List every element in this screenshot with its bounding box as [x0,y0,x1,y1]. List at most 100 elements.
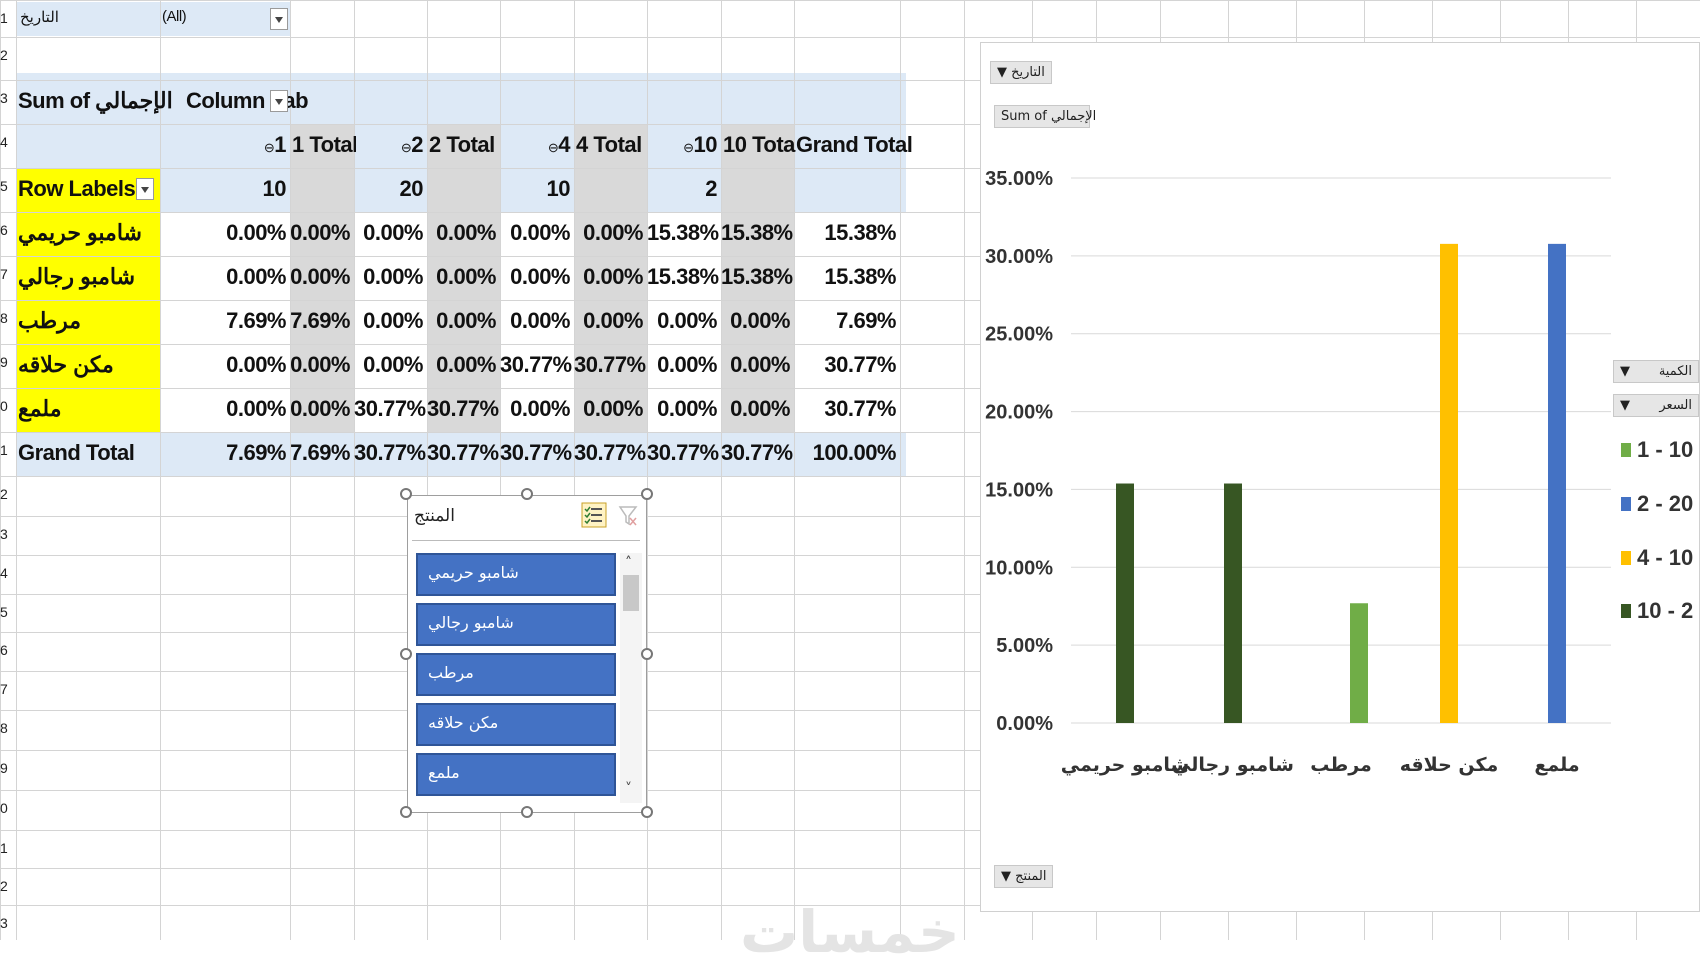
row-labels-dropdown[interactable] [136,178,154,200]
slicer-item[interactable]: مكن حلاقه [416,703,616,746]
row-number[interactable]: 2 [0,878,12,894]
pivot-value-cell[interactable]: 15.38% [794,264,900,290]
pivot-grand-total-cell[interactable]: 7.69% [160,440,290,466]
row-number[interactable]: 3 [0,90,12,106]
pivot-value-cell[interactable]: 0.00% [427,352,500,378]
slicer-item[interactable]: شامبو حريمي [416,553,616,596]
legend-item[interactable]: 10 - 2 [1621,598,1693,624]
pivot-value-cell[interactable]: 0.00% [427,308,500,334]
resize-handle[interactable] [641,488,653,500]
legend-item[interactable]: 2 - 20 [1621,491,1693,517]
pivot-sub-header[interactable]: 2 [647,176,721,202]
pivot-value-cell[interactable]: 30.77% [794,352,900,378]
pivot-column-group-header[interactable]: ⊖4 [500,132,574,158]
resize-handle[interactable] [521,488,533,500]
slicer-item[interactable]: مرطب [416,653,616,696]
row-number[interactable]: 1 [0,840,12,856]
pivot-grand-total-cell[interactable]: 30.77% [647,440,721,466]
row-number[interactable]: 0 [0,398,12,414]
collapse-icon[interactable]: ⊖ [401,140,412,155]
pivot-value-cell[interactable]: 0.00% [160,264,290,290]
pivot-value-cell[interactable]: 0.00% [721,396,794,422]
row-number[interactable]: 6 [0,222,12,238]
resize-handle[interactable] [641,648,653,660]
bar[interactable] [1224,483,1242,723]
bar[interactable] [1440,243,1458,724]
collapse-icon[interactable]: ⊖ [548,140,559,155]
pivot-grand-total-cell[interactable]: 30.77% [574,440,647,466]
pivot-column-group-header[interactable]: ⊖10 [647,132,721,158]
pivot-grand-total-cell[interactable]: 30.77% [354,440,427,466]
pivot-value-cell[interactable]: 0.00% [354,264,427,290]
pivot-grand-total-cell[interactable]: 30.77% [721,440,794,466]
pivot-value-cell[interactable]: 0.00% [160,352,290,378]
slicer-item[interactable]: شامبو رجالي [416,603,616,646]
resize-handle[interactable] [641,806,653,818]
pivot-value-cell[interactable]: 0.00% [354,352,427,378]
row-number[interactable]: 9 [0,354,12,370]
row-number[interactable]: 4 [0,134,12,150]
pivot-sub-header[interactable]: 10 [500,176,574,202]
pivot-value-cell[interactable]: 15.38% [647,264,721,290]
pivot-row-labels-header[interactable]: Row Labels [18,176,135,202]
row-number[interactable]: 1 [0,10,12,26]
resize-handle[interactable] [400,806,412,818]
pivot-value-cell[interactable]: 7.69% [160,308,290,334]
row-number[interactable]: 2 [0,486,12,502]
pivot-value-cell[interactable]: 0.00% [647,396,721,422]
row-number[interactable]: 3 [0,915,12,931]
pivot-value-cell[interactable]: 0.00% [354,308,427,334]
row-number[interactable]: 8 [0,310,12,326]
pivot-value-cell[interactable]: 15.38% [647,220,721,246]
pivot-row-label[interactable]: شامبو رجالي [18,264,135,290]
collapse-icon[interactable]: ⊖ [683,140,694,155]
pivot-value-cell[interactable]: 0.00% [500,264,574,290]
pivot-row-label[interactable]: شامبو حريمي [18,220,142,246]
pivot-sub-header[interactable]: 20 [354,176,427,202]
slicer-scrollbar[interactable]: ˄ ˅ [620,553,642,803]
pivot-value-cell[interactable]: 0.00% [500,308,574,334]
pivot-value-cell[interactable]: 0.00% [290,396,354,422]
pivot-value-cell[interactable]: 30.77% [794,396,900,422]
row-number[interactable]: 2 [0,47,12,63]
pivot-grand-total-cell[interactable]: 7.69% [290,440,354,466]
pivot-value-cell[interactable]: 0.00% [574,308,647,334]
product-slicer[interactable]: المنتج شامبو حريمي شامبو رجالي مرطب مكن … [407,495,647,813]
resize-handle[interactable] [521,806,533,818]
pivot-chart[interactable]: ▼ التاريخ Sum of الإجمالي ▼ المنتج ▼ الك… [980,42,1700,912]
bar[interactable] [1350,603,1368,723]
pivot-value-cell[interactable]: 0.00% [290,220,354,246]
pivot-value-cell[interactable]: 7.69% [794,308,900,334]
pivot-value-cell[interactable]: 0.00% [160,396,290,422]
report-filter-value[interactable]: (All) [162,8,186,25]
row-number[interactable]: 5 [0,178,12,194]
legend-item[interactable]: 4 - 10 [1621,545,1693,571]
pivot-value-cell[interactable]: 15.38% [721,220,794,246]
row-number[interactable]: 1 [0,442,12,458]
pivot-value-cell[interactable]: 30.77% [427,396,500,422]
collapse-icon[interactable]: ⊖ [264,140,275,155]
pivot-value-cell[interactable]: 30.77% [574,352,647,378]
pivot-grand-total-cell[interactable]: 100.00% [794,440,900,466]
pivot-sub-header[interactable]: 10 [160,176,290,202]
scroll-up-icon[interactable]: ˄ [625,555,632,571]
row-number[interactable]: 7 [0,681,12,697]
pivot-value-cell[interactable]: 0.00% [500,396,574,422]
legend-item[interactable]: 1 - 10 [1621,437,1693,463]
column-labels-dropdown[interactable] [270,90,288,112]
pivot-value-cell[interactable]: 0.00% [647,308,721,334]
pivot-value-cell[interactable]: 0.00% [290,264,354,290]
row-number[interactable]: 0 [0,800,12,816]
pivot-value-cell[interactable]: 0.00% [574,396,647,422]
resize-handle[interactable] [400,648,412,660]
clear-filter-icon[interactable] [618,504,638,528]
pivot-value-cell[interactable]: 0.00% [647,352,721,378]
row-number[interactable]: 8 [0,720,12,736]
pivot-value-cell[interactable]: 15.38% [794,220,900,246]
pivot-column-labels[interactable]: Column Lab [186,88,308,114]
row-number[interactable]: 7 [0,266,12,282]
pivot-value-cell[interactable]: 30.77% [500,352,574,378]
resize-handle[interactable] [400,488,412,500]
slicer-item[interactable]: ملمع [416,753,616,796]
pivot-row-label[interactable]: ملمع [18,396,62,422]
